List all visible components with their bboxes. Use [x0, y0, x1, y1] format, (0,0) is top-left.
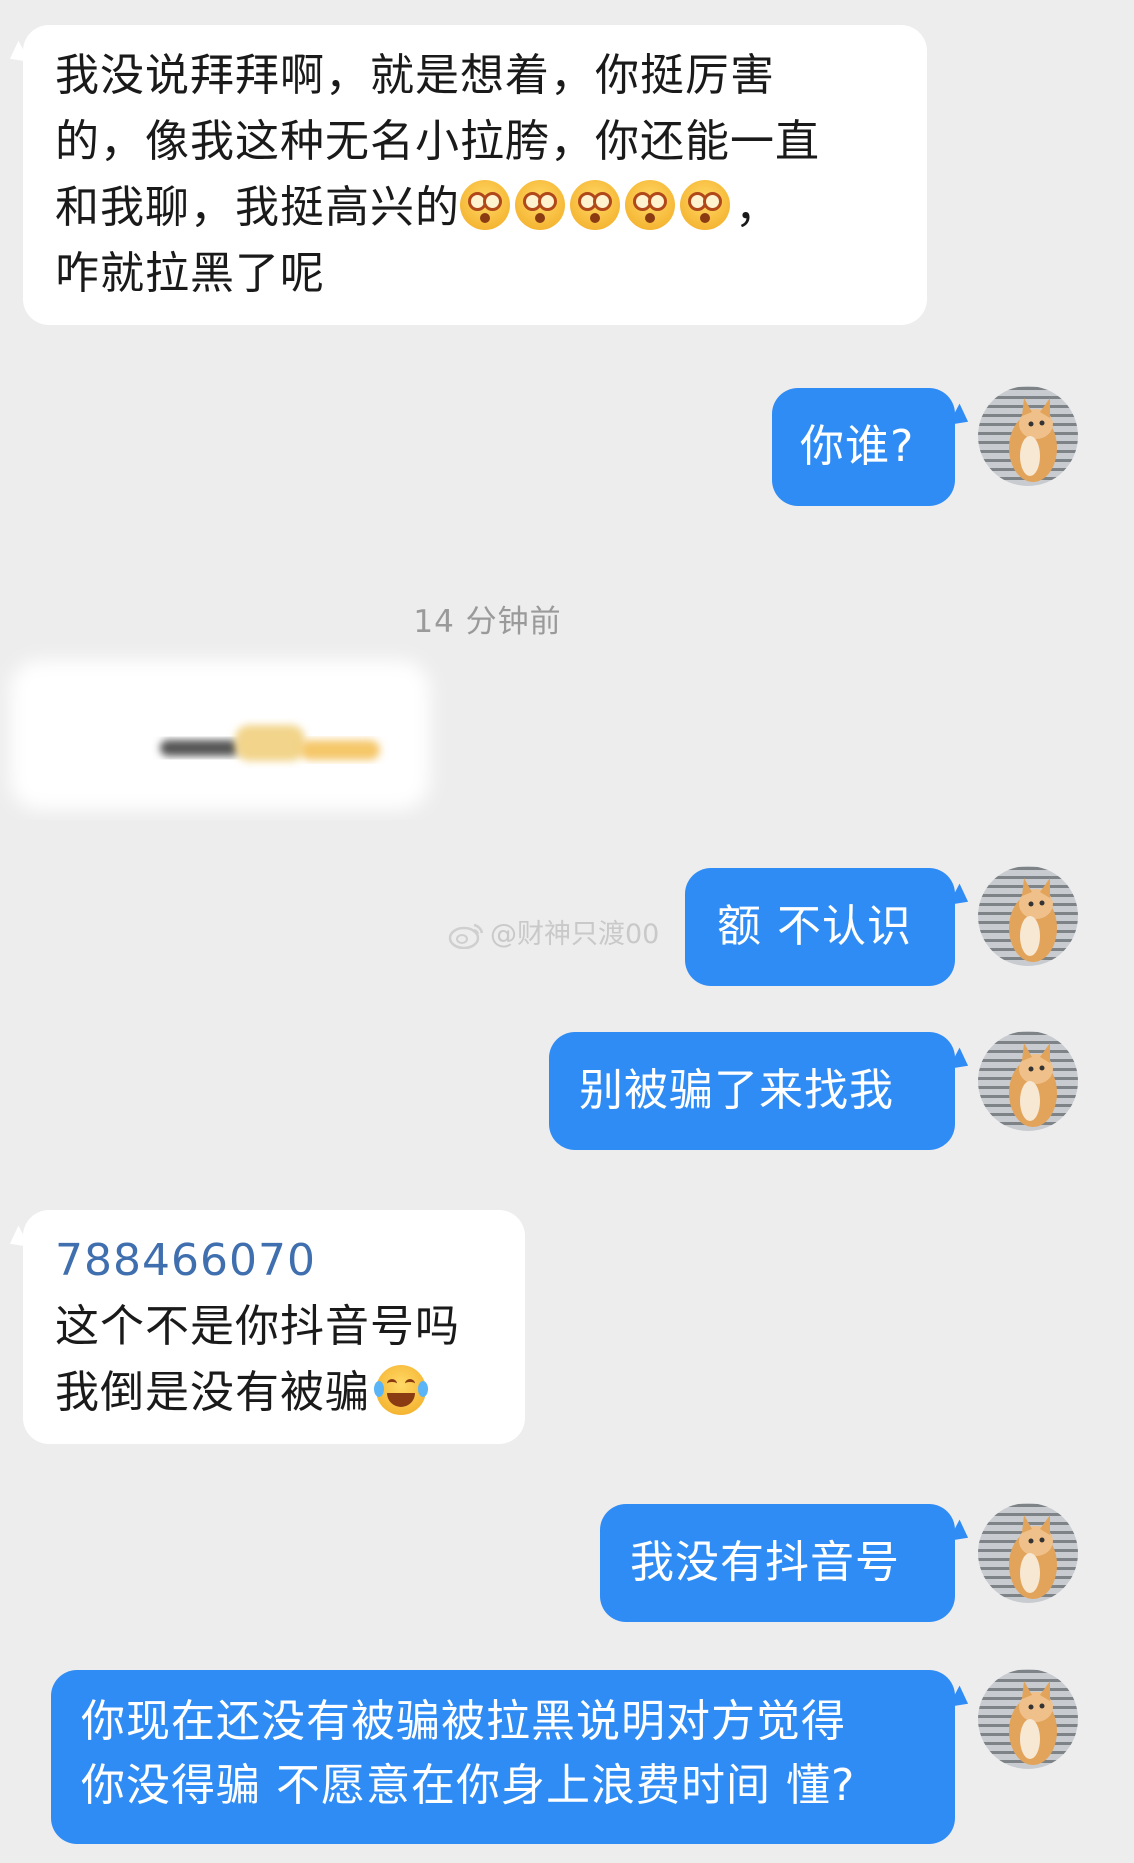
- message-line: 你现在还没有被骗被拉黑说明对方觉得: [81, 1696, 846, 1747]
- cat-avatar-icon[interactable]: [978, 1503, 1078, 1603]
- dizzy-face-emoji-icon: [515, 180, 565, 230]
- dizzy-face-emoji-icon: [570, 180, 620, 230]
- weibo-logo-icon: [448, 921, 486, 950]
- dizzy-face-emoji-icon: [680, 180, 730, 230]
- message-line: 我没说拜拜啊，就是想着，你挺厉害: [55, 50, 775, 101]
- weibo-watermark: @财神只渡00: [448, 912, 659, 951]
- message-incoming-1[interactable]: 我没说拜拜啊，就是想着，你挺厉害 的，像我这种无名小拉胯，你还能一直 和我聊，我…: [23, 25, 927, 325]
- dizzy-face-emoji-icon: [625, 180, 675, 230]
- redacted-region: [0, 640, 450, 820]
- message-outgoing-5[interactable]: 你现在还没有被骗被拉黑说明对方觉得 你没得骗 不愿意在你身上浪费时间 懂?: [51, 1670, 955, 1844]
- message-line: 咋就拉黑了呢: [55, 248, 325, 299]
- message-text: 我没有抖音号: [630, 1537, 900, 1588]
- cat-avatar-icon[interactable]: [978, 1031, 1078, 1131]
- message-line: 我倒是没有被骗: [55, 1360, 489, 1426]
- message-outgoing-2[interactable]: 额 不认识: [685, 868, 955, 986]
- message-line: 的，像我这种无名小拉胯，你还能一直: [55, 116, 820, 167]
- timestamp: 14 分钟前: [413, 604, 562, 640]
- dizzy-face-emoji-icon: [460, 180, 510, 230]
- tears-of-joy-emoji-icon: [374, 1365, 428, 1415]
- message-outgoing-4[interactable]: 我没有抖音号: [600, 1504, 955, 1622]
- cat-avatar-icon[interactable]: [978, 866, 1078, 966]
- message-line: 你没得骗 不愿意在你身上浪费时间 懂?: [81, 1760, 856, 1811]
- message-line: 和我聊，我挺高兴的，: [55, 180, 780, 233]
- cat-avatar-icon[interactable]: [978, 1669, 1078, 1769]
- watermark-text: @财神只渡00: [490, 919, 660, 950]
- message-text: 别被骗了来找我: [579, 1065, 894, 1116]
- message-outgoing-1[interactable]: 你谁?: [772, 388, 955, 506]
- phone-number-link[interactable]: 788466070: [55, 1228, 489, 1294]
- message-text: 你谁?: [800, 421, 915, 472]
- message-outgoing-3[interactable]: 别被骗了来找我: [549, 1032, 955, 1150]
- message-text: 额 不认识: [717, 901, 912, 952]
- message-line: 这个不是你抖音号吗: [55, 1301, 460, 1352]
- message-incoming-2[interactable]: 788466070 这个不是你抖音号吗 我倒是没有被骗: [23, 1210, 525, 1444]
- cat-avatar-icon[interactable]: [978, 386, 1078, 486]
